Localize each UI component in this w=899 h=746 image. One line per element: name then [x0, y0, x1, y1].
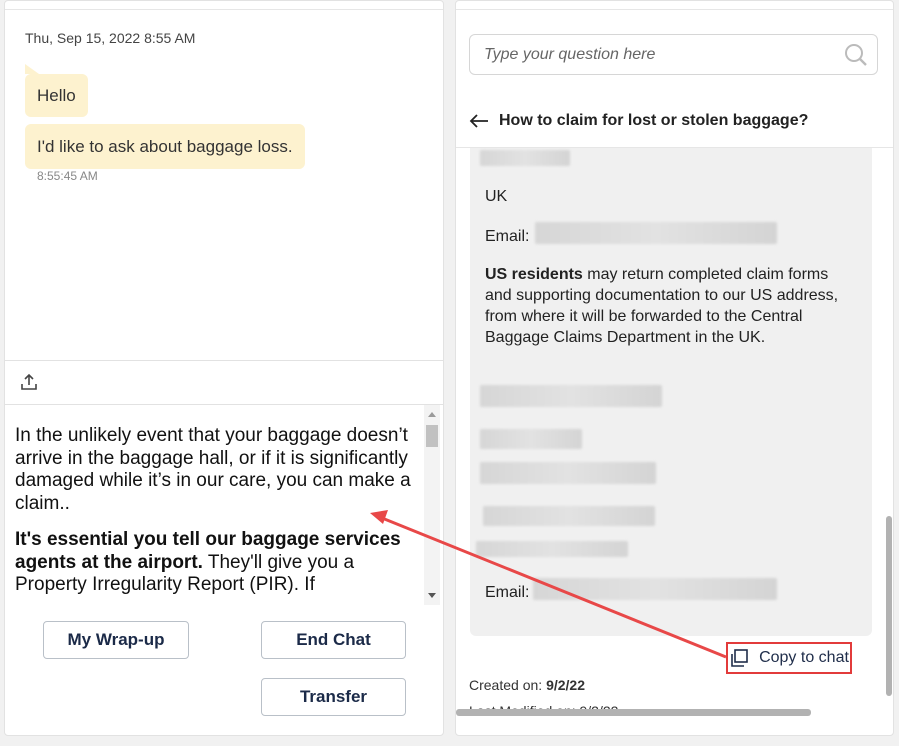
- chat-message: Hello: [25, 64, 88, 117]
- chat-message: I'd like to ask about baggage loss.: [25, 124, 305, 169]
- composer-text[interactable]: In the unlikely event that your baggage …: [15, 425, 415, 607]
- kb-search-box[interactable]: [469, 34, 878, 75]
- search-icon[interactable]: [843, 42, 869, 68]
- kb-search-input[interactable]: [484, 43, 834, 67]
- created-on: Created on: 9/2/22: [469, 677, 585, 693]
- article-title: How to claim for lost or stolen baggage?: [499, 112, 809, 129]
- redacted-text: [480, 429, 582, 449]
- redacted-text: [480, 462, 656, 484]
- article-us-bold: US residents: [485, 266, 583, 283]
- chat-message-text: I'd like to ask about baggage loss.: [37, 136, 293, 156]
- redacted-text: [533, 578, 777, 600]
- horizontal-scrollbar[interactable]: [456, 709, 811, 716]
- knowledge-panel-top-bar: [456, 1, 893, 10]
- article-email-label: Email:: [485, 584, 530, 601]
- created-label: Created on:: [469, 677, 543, 693]
- knowledge-panel: How to claim for lost or stolen baggage?…: [455, 0, 894, 736]
- composer-paragraph: In the unlikely event that your baggage …: [15, 425, 411, 514]
- article-body: UK Email: US residents may return comple…: [470, 148, 872, 636]
- chat-panel: Thu, Sep 15, 2022 8:55 AM Hello I'd like…: [4, 0, 444, 736]
- copy-to-chat-button[interactable]: Copy to chat: [726, 642, 852, 674]
- chat-date: Thu, Sep 15, 2022 8:55 AM: [25, 30, 196, 46]
- redacted-text: [535, 222, 777, 244]
- arrow-left-icon[interactable]: [469, 113, 489, 129]
- end-chat-button[interactable]: End Chat: [261, 621, 406, 659]
- composer-paragraph: It's essential you tell our baggage serv…: [15, 529, 415, 597]
- scroll-down-icon[interactable]: [428, 593, 436, 598]
- redacted-text: [480, 385, 662, 407]
- chat-message-text: Hello: [37, 85, 76, 105]
- article-header: How to claim for lost or stolen baggage?: [469, 107, 879, 135]
- chat-transcript[interactable]: Thu, Sep 15, 2022 8:55 AM Hello I'd like…: [5, 10, 443, 360]
- my-wrapup-button[interactable]: My Wrap-up: [43, 621, 189, 659]
- transfer-button[interactable]: Transfer: [261, 678, 406, 716]
- attachment-toolbar: [5, 360, 443, 405]
- redacted-text: [480, 150, 570, 166]
- redacted-text: [483, 506, 655, 526]
- composer-scrollbar[interactable]: [424, 405, 440, 605]
- redacted-text: [476, 541, 628, 557]
- scroll-up-icon[interactable]: [428, 412, 436, 417]
- message-timestamp: 8:55:45 AM: [37, 169, 98, 183]
- message-composer[interactable]: In the unlikely event that your baggage …: [5, 405, 443, 607]
- article-us-paragraph: US residents may return completed claim …: [485, 264, 855, 348]
- created-value: 9/2/22: [546, 677, 585, 693]
- scrollbar-thumb[interactable]: [426, 425, 438, 447]
- vertical-scrollbar[interactable]: [886, 516, 892, 696]
- copy-icon: [731, 649, 748, 667]
- chat-panel-top-bar: [5, 1, 443, 10]
- upload-icon[interactable]: [20, 373, 38, 391]
- copy-to-chat-label: Copy to chat: [759, 649, 849, 666]
- article-uk-label: UK: [485, 188, 508, 205]
- article-email-label: Email:: [485, 228, 530, 245]
- screen: Thu, Sep 15, 2022 8:55 AM Hello I'd like…: [0, 0, 899, 746]
